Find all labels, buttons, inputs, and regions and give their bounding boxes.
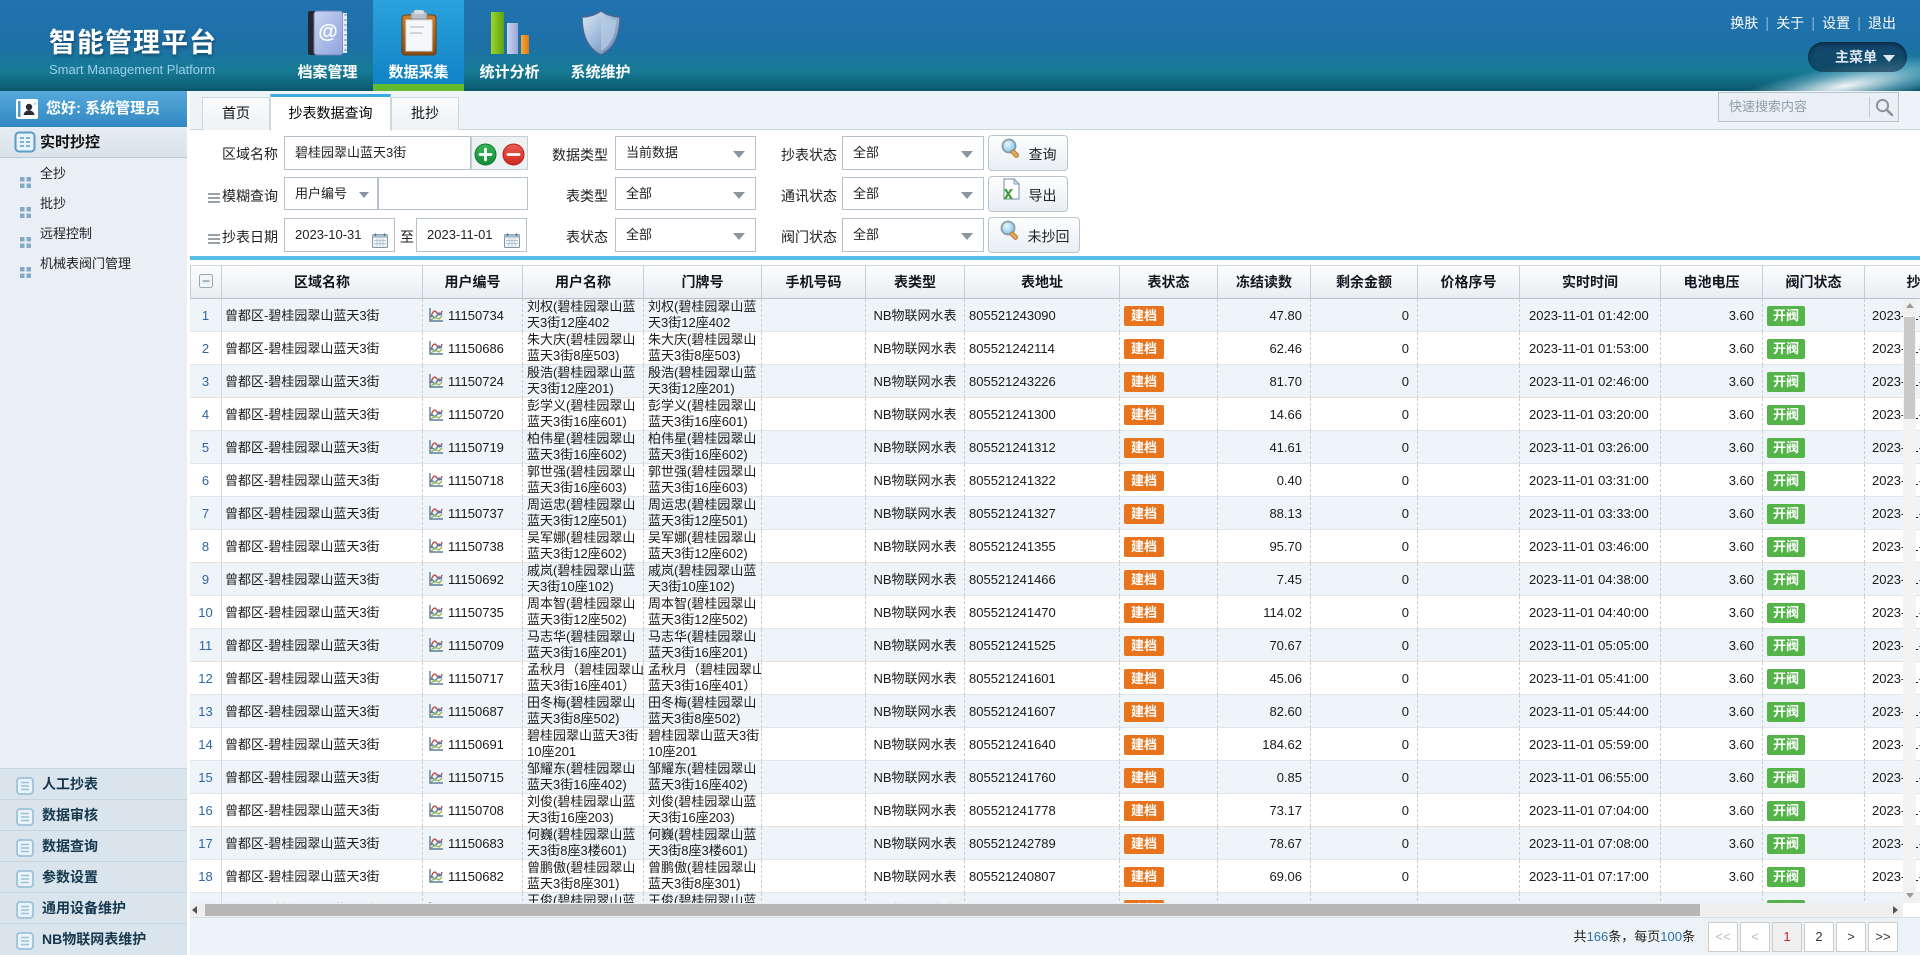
svg-text:@: @ bbox=[318, 21, 338, 43]
